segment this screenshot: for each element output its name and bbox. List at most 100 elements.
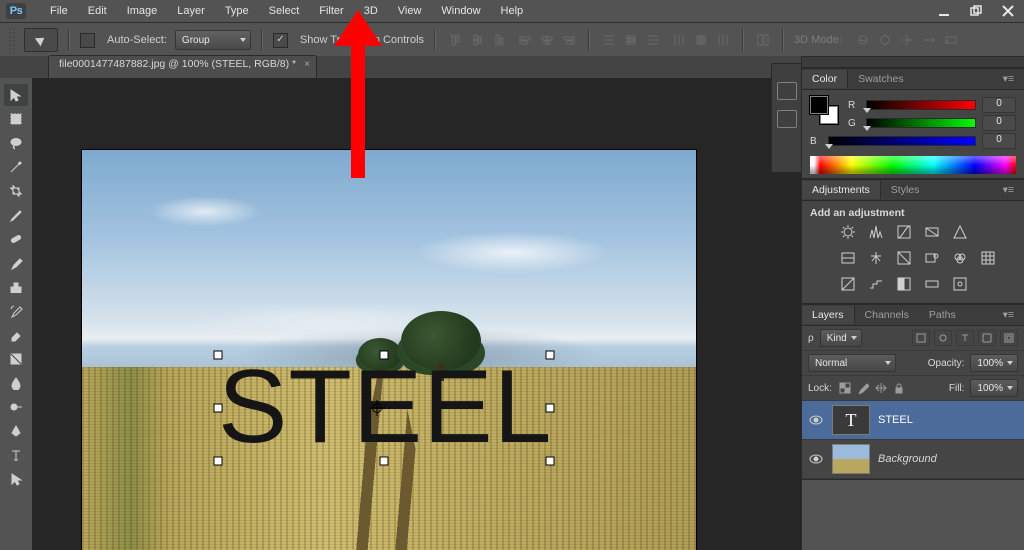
lock-image-icon[interactable] [856,381,870,395]
lock-all-icon[interactable] [892,381,906,395]
tab-channels[interactable]: Channels [855,306,919,324]
filter-type-icon[interactable] [956,330,974,346]
lock-position-icon[interactable] [874,381,888,395]
tab-color[interactable]: Color [802,70,848,88]
history-brush-tool[interactable] [4,300,28,322]
opacity-input[interactable]: 100% [970,354,1018,372]
window-minimize-button[interactable] [928,0,960,22]
canvas[interactable]: STEEL [82,150,696,550]
selective-color-icon[interactable] [950,275,970,293]
fill-input[interactable]: 100% [970,379,1018,397]
gradient-map-icon[interactable] [922,275,942,293]
lasso-tool[interactable] [4,132,28,154]
r-slider[interactable] [866,100,976,110]
slide-3d-button[interactable] [920,31,938,49]
layer-name[interactable]: STEEL [878,414,913,426]
filter-adjustment-icon[interactable] [934,330,952,346]
g-slider[interactable] [866,118,976,128]
brightness-contrast-icon[interactable] [838,223,858,241]
align-horizontal-centers-button[interactable] [538,31,556,49]
roll-3d-button[interactable] [876,31,894,49]
menu-window[interactable]: Window [431,1,490,21]
visibility-toggle[interactable] [808,415,824,425]
bw-icon[interactable] [894,249,914,267]
filter-pixel-icon[interactable] [912,330,930,346]
show-transform-checkbox[interactable] [273,33,288,48]
hue-sat-icon[interactable] [838,249,858,267]
layer-filter-kind-dropdown[interactable]: Kind [820,329,862,347]
brush-tool[interactable] [4,252,28,274]
layer-thumbnail[interactable] [832,444,870,474]
blend-mode-dropdown[interactable]: Normal [808,354,896,372]
options-grip-icon[interactable] [8,27,16,53]
channel-mixer-icon[interactable] [950,249,970,267]
panel-menu-icon[interactable]: ▾≡ [993,70,1024,88]
menu-help[interactable]: Help [491,1,534,21]
auto-select-checkbox[interactable] [80,33,95,48]
menu-filter[interactable]: Filter [309,1,353,21]
collapsed-panel-button[interactable] [777,110,797,128]
tab-paths[interactable]: Paths [919,306,966,324]
b-slider[interactable] [828,136,976,146]
distribute-left-button[interactable] [670,31,688,49]
gradient-tool[interactable] [4,348,28,370]
tab-styles[interactable]: Styles [881,181,930,199]
align-top-edges-button[interactable] [446,31,464,49]
menu-file[interactable]: File [40,1,78,21]
menu-type[interactable]: Type [215,1,259,21]
align-right-edges-button[interactable] [560,31,578,49]
align-left-edges-button[interactable] [516,31,534,49]
menu-select[interactable]: Select [259,1,310,21]
menu-layer[interactable]: Layer [167,1,215,21]
curves-icon[interactable] [894,223,914,241]
distribute-top-button[interactable] [600,31,618,49]
invert-icon[interactable] [838,275,858,293]
tab-swatches[interactable]: Swatches [848,70,914,88]
auto-align-button[interactable] [754,31,772,49]
b-value[interactable]: 0 [982,133,1016,149]
document-tab-close-icon[interactable]: × [304,59,310,70]
tab-layers[interactable]: Layers [802,306,855,324]
lock-transparency-icon[interactable] [838,381,852,395]
distribute-right-button[interactable] [714,31,732,49]
posterize-icon[interactable] [866,275,886,293]
orbit-3d-button[interactable] [854,31,872,49]
levels-icon[interactable] [866,223,886,241]
pan-3d-button[interactable] [898,31,916,49]
eraser-tool[interactable] [4,324,28,346]
threshold-icon[interactable] [894,275,914,293]
window-close-button[interactable] [992,0,1024,22]
menu-3d[interactable]: 3D [354,1,388,21]
document-area[interactable]: STEEL [32,78,802,550]
menu-edit[interactable]: Edit [78,1,117,21]
spot-heal-tool[interactable] [4,228,28,250]
visibility-toggle[interactable] [808,454,824,464]
magic-wand-tool[interactable] [4,156,28,178]
menu-image[interactable]: Image [117,1,168,21]
clone-stamp-tool[interactable] [4,276,28,298]
foreground-color-swatch[interactable] [810,96,828,114]
marquee-tool[interactable] [4,108,28,130]
color-balance-icon[interactable] [866,249,886,267]
collapsed-panel-button[interactable] [777,82,797,100]
eyedropper-tool[interactable] [4,204,28,226]
panel-menu-icon[interactable]: ▾≡ [993,181,1024,199]
menu-view[interactable]: View [388,1,432,21]
move-tool[interactable] [4,84,28,106]
tab-adjustments[interactable]: Adjustments [802,181,881,199]
fg-bg-swatches[interactable] [810,96,838,124]
distribute-bottom-button[interactable] [644,31,662,49]
active-tool-preset[interactable] [24,28,58,52]
layer-filter-kind-icon[interactable]: ρ [808,333,814,344]
panel-menu-icon[interactable]: ▾≡ [993,306,1024,324]
vibrance-icon[interactable] [950,223,970,241]
filter-shape-icon[interactable] [978,330,996,346]
document-tab[interactable]: file0001477487882.jpg @ 100% (STEEL, RGB… [48,55,317,78]
align-bottom-edges-button[interactable] [490,31,508,49]
g-value[interactable]: 0 [982,115,1016,131]
color-lookup-icon[interactable] [978,249,998,267]
align-vertical-centers-button[interactable] [468,31,486,49]
blur-tool[interactable] [4,372,28,394]
filter-smart-icon[interactable] [1000,330,1018,346]
type-tool[interactable] [4,444,28,466]
